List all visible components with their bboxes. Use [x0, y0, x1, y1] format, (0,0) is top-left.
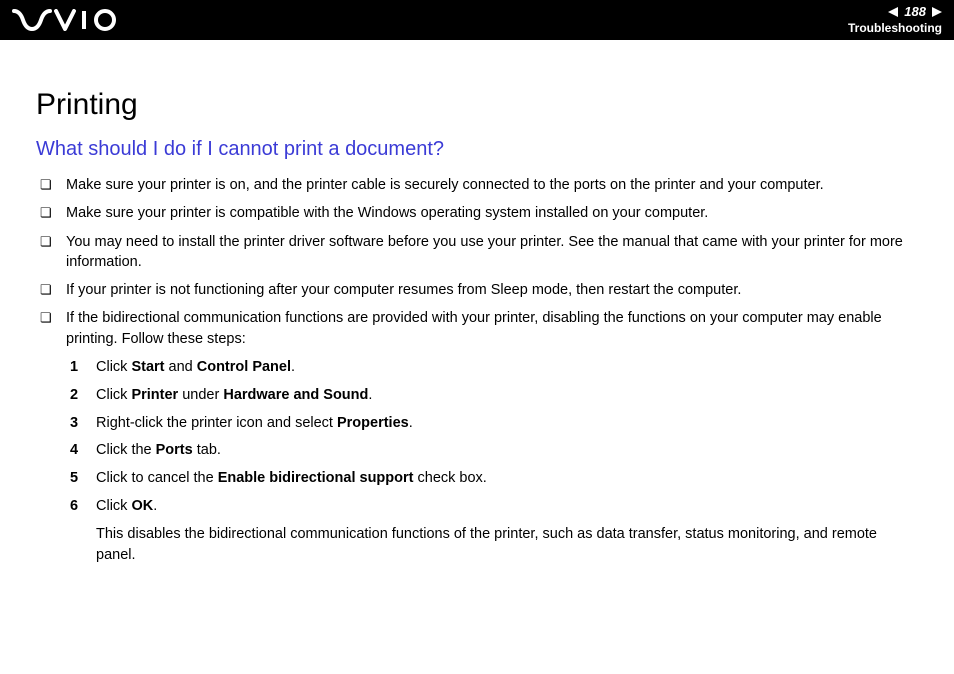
step-item: 4Click the Ports tab. — [66, 440, 918, 462]
step-item: 2Click Printer under Hardware and Sound. — [66, 385, 918, 407]
step-item: 5Click to cancel the Enable bidirectiona… — [66, 468, 918, 490]
header-right: 188 Troubleshooting — [848, 4, 942, 36]
bullet-item: If your printer is not functioning after… — [36, 280, 918, 300]
vaio-logo — [12, 9, 122, 31]
bullet-item: If the bidirectional communication funct… — [36, 308, 918, 567]
section-label: Troubleshooting — [848, 21, 942, 37]
page-nav: 188 — [848, 4, 942, 21]
step-item: 3Right-click the printer icon and select… — [66, 413, 918, 435]
bullet-list: Make sure your printer is on, and the pr… — [36, 175, 918, 567]
bullet-text: If the bidirectional communication funct… — [66, 310, 882, 346]
bullet-item: Make sure your printer is compatible wit… — [36, 203, 918, 223]
page-title: Printing — [36, 88, 918, 122]
bullet-item: You may need to install the printer driv… — [36, 232, 918, 273]
page-content: Printing What should I do if I cannot pr… — [0, 40, 954, 567]
question-heading: What should I do if I cannot print a doc… — [36, 138, 918, 161]
nav-next-icon[interactable] — [932, 7, 942, 17]
step-item: 6Click OK. — [66, 496, 918, 518]
step-item: 1Click Start and Control Panel. — [66, 357, 918, 379]
bullet-item: Make sure your printer is on, and the pr… — [36, 175, 918, 195]
nav-prev-icon[interactable] — [888, 7, 898, 17]
page-number: 188 — [904, 4, 926, 21]
header-bar: 188 Troubleshooting — [0, 0, 954, 40]
step-list: 1Click Start and Control Panel. 2Click P… — [66, 357, 918, 518]
trailing-note: This disables the bidirectional communic… — [66, 524, 918, 568]
